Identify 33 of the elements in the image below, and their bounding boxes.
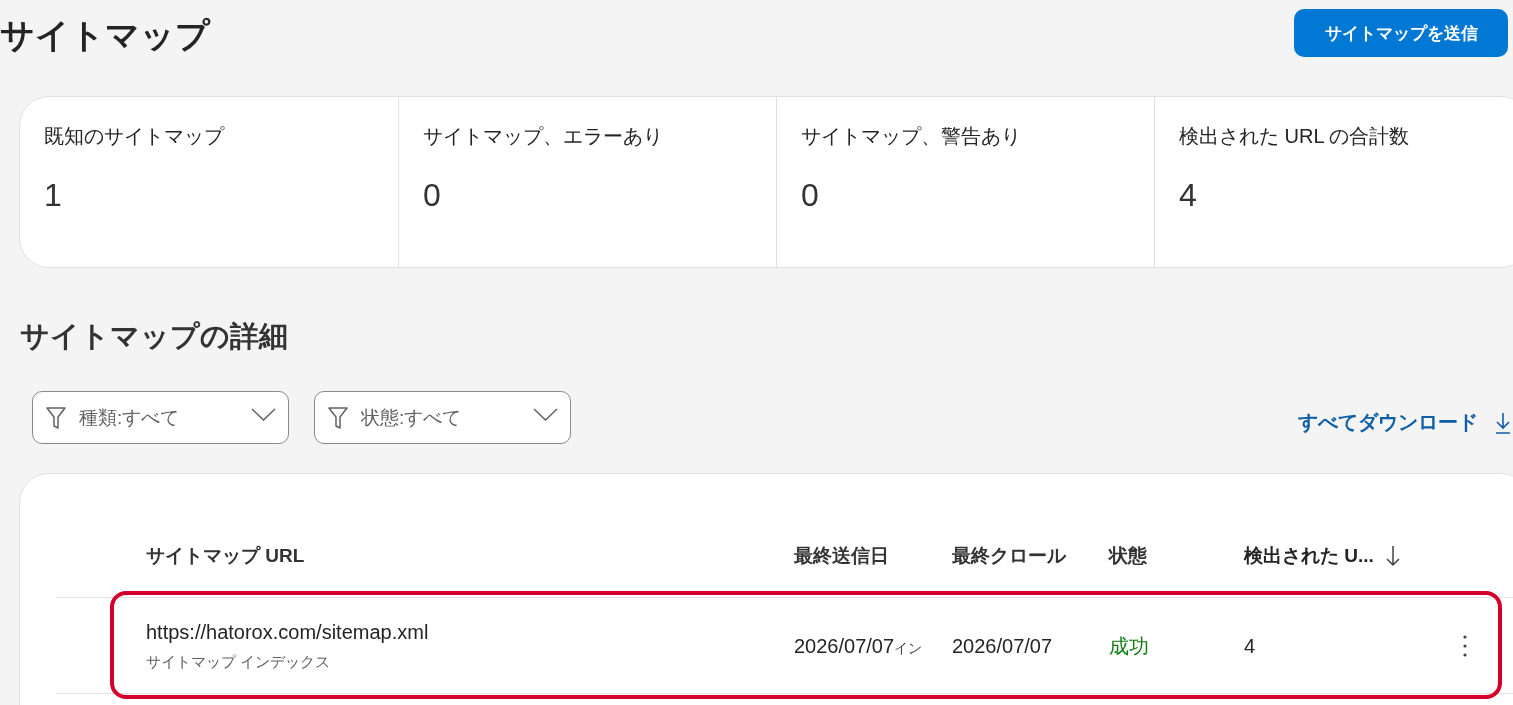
stat-label: サイトマップ、警告あり [801, 124, 1022, 149]
submit-sitemap-button[interactable]: サイトマップを送信 [1294, 9, 1508, 57]
filter-dropdown[interactable]: 状態:すべて [314, 391, 571, 444]
last-crawled-date: 2026/07/07 [952, 633, 1053, 659]
filter-icon [328, 406, 348, 429]
stat-value: 1 [44, 176, 63, 215]
last-submitted-date: 2026/07/07 [794, 633, 895, 659]
sitemap-url[interactable]: https://hatorox.com/sitemap.xml [146, 619, 429, 644]
chevron-down-icon [533, 408, 558, 421]
chevron-down-icon [251, 408, 276, 421]
stat-label: 検出された URL の合計数 [1179, 124, 1411, 149]
stat-value: 4 [1179, 176, 1198, 215]
column-header[interactable]: サイトマップ URL [146, 542, 305, 569]
column-header[interactable]: 検出された U... [1244, 542, 1374, 569]
page-title: サイトマップ [0, 15, 210, 56]
more-icon[interactable] [1463, 634, 1467, 657]
stat-value: 0 [801, 176, 820, 215]
section-title: サイトマップの詳細 [20, 319, 289, 354]
column-header[interactable]: 最終送信日 [794, 542, 889, 569]
discovered-url-count: 4 [1244, 633, 1256, 659]
column-header[interactable]: 状態 [1109, 542, 1147, 569]
column-header[interactable]: 最終クロール [952, 542, 1066, 569]
download-icon [1495, 411, 1511, 434]
truncated-text: イン [894, 639, 923, 658]
filter-icon [46, 406, 66, 429]
sitemap-type: サイトマップ インデックス [146, 651, 331, 672]
status-text: 成功 [1109, 633, 1149, 659]
stat-value: 0 [423, 176, 442, 215]
filter-dropdown[interactable]: 種類:すべて [32, 391, 289, 444]
stat-label: 既知のサイトマップ [44, 124, 226, 149]
stat-label: サイトマップ、エラーあり [423, 124, 664, 149]
download-all-link[interactable]: すべてダウンロード [1298, 409, 1511, 436]
down-arrow-icon[interactable] [1385, 544, 1400, 567]
